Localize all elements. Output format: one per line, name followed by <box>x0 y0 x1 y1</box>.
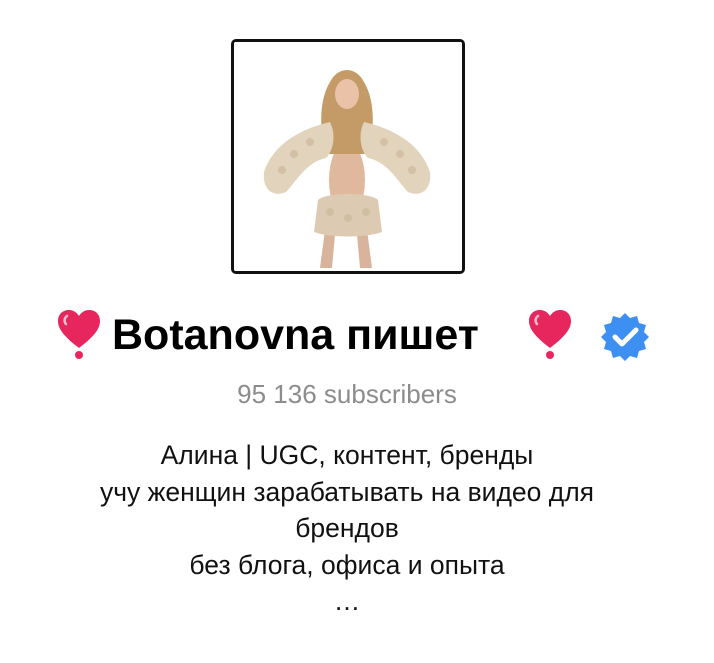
description-line: брендов <box>295 513 399 543</box>
avatar-photo <box>234 42 462 271</box>
heart-exclamation-icon <box>527 308 573 360</box>
description-line: без блога, офиса и опыта <box>189 549 505 580</box>
heart-exclamation-icon <box>56 308 102 360</box>
description-line: Алина | UGC, контент, бренды <box>160 440 534 470</box>
description-more[interactable]: … <box>0 583 694 620</box>
description-line: учу женщин зарабатывать на видео для <box>99 476 595 507</box>
channel-avatar[interactable] <box>231 39 465 274</box>
title-row: Botanovna пишет <box>0 300 714 370</box>
verified-badge-icon <box>600 311 650 361</box>
channel-description: Алина | UGC, контент, бренды учу женщин … <box>0 437 694 620</box>
channel-title: Botanovna пишет <box>112 311 479 359</box>
subscriber-count: 95 136 subscribers <box>237 379 457 409</box>
